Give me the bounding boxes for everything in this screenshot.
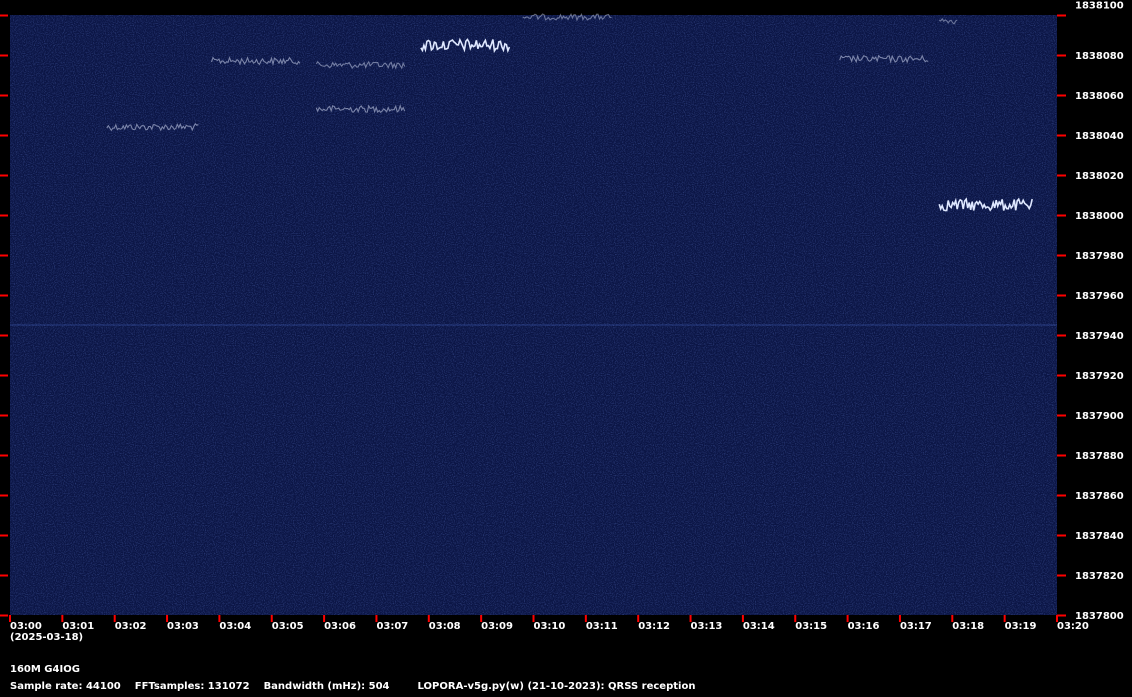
- y-tick-label: 1837820: [1075, 571, 1124, 582]
- bandwidth-label: Bandwidth (mHz): 504: [263, 681, 390, 692]
- x-tick-label: 03:12: [638, 621, 670, 632]
- y-tick-label: 1837880: [1075, 451, 1124, 462]
- y-tick-label: 1838000: [1075, 211, 1124, 222]
- y-tick-label: 1838020: [1075, 171, 1124, 182]
- spectrogram-noise: [10, 15, 1057, 615]
- y-tick-label: 1837960: [1075, 291, 1124, 302]
- x-tick-label: 03:01: [62, 621, 94, 632]
- x-tick-label: 03:07: [376, 621, 408, 632]
- x-tick-label: 03:15: [795, 621, 827, 632]
- date-label: (2025-03-18): [10, 632, 83, 643]
- x-tick-label: 03:08: [429, 621, 461, 632]
- spectrogram-chart: 1838100 1838080 1838060 1838040 1838020 18380…: [0, 0, 1124, 643]
- y-tick-label: 1837840: [1075, 531, 1124, 542]
- y-tick-label: 1837860: [1075, 491, 1124, 502]
- sample-rate-label: Sample rate: 44100: [10, 681, 121, 692]
- x-tick-label: 03:10: [534, 621, 566, 632]
- x-tick-label: 03:06: [324, 621, 356, 632]
- x-tick-label: 03:09: [481, 621, 513, 632]
- fft-samples-label: FFTsamples: 131072: [134, 681, 250, 692]
- y-tick-label: 1838060: [1075, 91, 1124, 102]
- x-tick-label: 03:17: [900, 621, 932, 632]
- x-tick-label: 03:19: [1005, 621, 1037, 632]
- x-tick-label: 03:16: [848, 621, 880, 632]
- x-tick-label: 03:03: [167, 621, 199, 632]
- y-tick-label: 1837940: [1075, 331, 1124, 342]
- y-tick-label: 1837920: [1075, 371, 1124, 382]
- y-tick-label: 1838080: [1075, 51, 1124, 62]
- y-tick-label: 1837980: [1075, 251, 1124, 262]
- info-line: Sample rate: 44100 FFTsamples: 131072 Band…: [10, 681, 695, 692]
- x-tick-label: 03:13: [691, 621, 723, 632]
- x-tick-label: 03:11: [586, 621, 618, 632]
- y-tick-label: 1837900: [1075, 411, 1124, 422]
- x-tick-label: 03:04: [219, 621, 251, 632]
- station-label: 160M G4IOG: [10, 664, 80, 675]
- x-tick-label: 03:20: [1057, 621, 1089, 632]
- program-label: LOPORA-v5g.py(w) (21-10-2023): QRSS rece…: [417, 681, 696, 692]
- x-tick-label: 03:05: [272, 621, 304, 632]
- y-tick-label: 1838040: [1075, 131, 1124, 142]
- x-axis: 03:00 03:01 03:02 03:03 03:04 03:05 03:06 03:07…: [9, 615, 1089, 632]
- x-tick-label: 03:02: [115, 621, 147, 632]
- x-tick-label: 03:14: [743, 621, 775, 632]
- y-tick-label: 1838100: [1075, 0, 1124, 11]
- x-tick-label: 03:18: [952, 621, 984, 632]
- x-tick-label: 03:00: [10, 621, 42, 632]
